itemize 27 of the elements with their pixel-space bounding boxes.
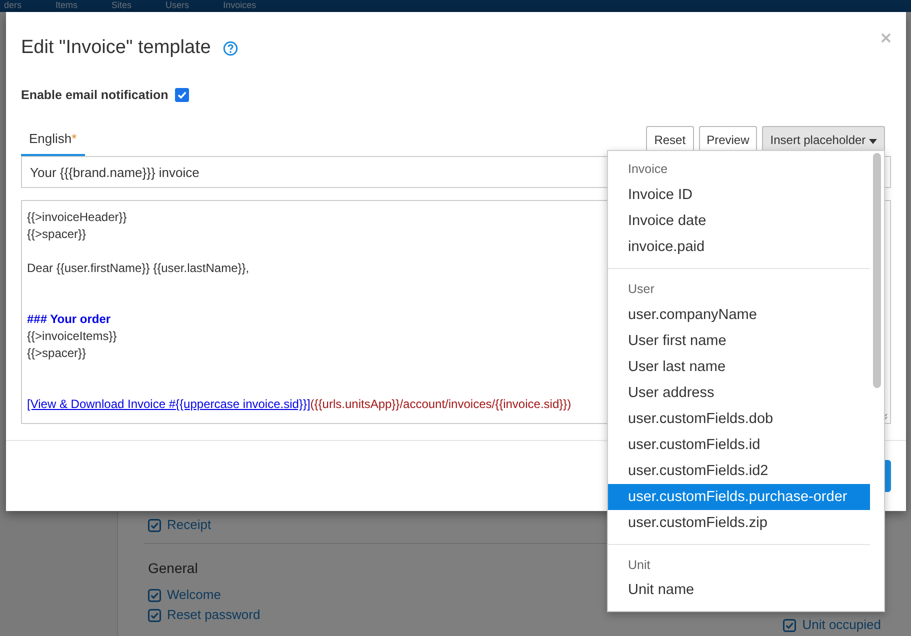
url-text: ({{urls.unitsApp}}/account/invoices/{{invoice.sid}}) [310, 397, 572, 412]
code-line: Dear {{user.firstName}} {{user.lastName}}, [27, 260, 250, 278]
code-line: {{>invoiceHeader}} [27, 209, 127, 226]
menu-item[interactable]: User first name [608, 328, 870, 354]
code-line: {{>spacer}} [27, 226, 86, 244]
dialog-title: Edit "Invoice" template [21, 36, 211, 60]
menu-item[interactable]: User address [608, 380, 870, 406]
code-line: {{>invoiceItems}} [27, 328, 117, 346]
code-line: {{>spacer}} [27, 345, 86, 362]
language-tab[interactable]: English* [21, 124, 85, 156]
checkbox-label: Enable email notification [21, 87, 168, 104]
menu-item[interactable]: Invoice date [608, 208, 870, 234]
heading-line: ### Your order [27, 311, 111, 328]
menu-item[interactable]: user.companyName [608, 302, 870, 328]
menu-item[interactable]: Unit name [608, 577, 870, 604]
menu-item[interactable]: user.customFields.dob [608, 406, 870, 432]
menu-item[interactable]: user.customFields.purchase-order [608, 484, 870, 510]
menu-item[interactable]: invoice.paid [608, 234, 870, 260]
link-text[interactable]: [View & Download Invoice #{{uppercase invoice.sid}}] [27, 397, 310, 412]
menu-header: Invoice [627, 161, 669, 178]
menu-header: User [627, 280, 656, 298]
menu-item[interactable]: user.customFields.id2 [608, 458, 870, 484]
menu-item[interactable]: user.customFields.id [608, 432, 870, 458]
menu-item[interactable]: User last name [608, 354, 870, 380]
menu-item[interactable]: user.customFields.zip [608, 510, 870, 536]
menu-header: Unit [627, 556, 652, 574]
section-title: General [148, 559, 198, 578]
